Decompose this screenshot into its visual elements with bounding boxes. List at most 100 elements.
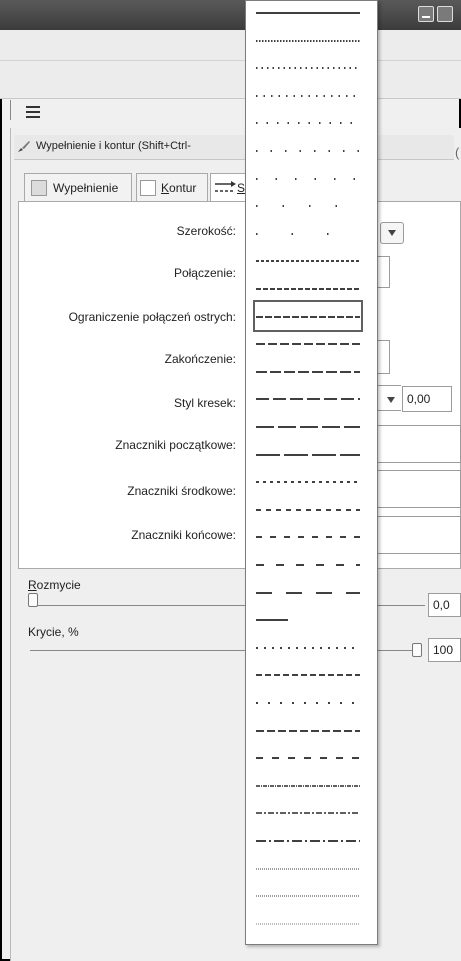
dash-pattern-option[interactable] bbox=[256, 109, 360, 135]
tab-fill-label: Wypełnienie bbox=[53, 181, 119, 195]
title-bar bbox=[0, 0, 461, 30]
dash-pattern-option[interactable] bbox=[256, 855, 360, 881]
dash-pattern-option[interactable] bbox=[256, 192, 360, 218]
dash-pattern-preview bbox=[256, 315, 360, 318]
join-label: Połączenie: bbox=[173, 266, 236, 280]
dash-pattern-preview bbox=[256, 812, 360, 814]
dash-pattern-preview bbox=[256, 674, 360, 677]
maximize-button[interactable] bbox=[437, 6, 453, 22]
tab-fill[interactable]: Wypełnienie bbox=[24, 173, 132, 201]
blur-label: Rozmycie bbox=[28, 578, 81, 592]
dash-pattern-option[interactable] bbox=[256, 468, 360, 494]
dash-pattern-option[interactable] bbox=[256, 799, 360, 825]
dash-pattern-preview bbox=[256, 39, 360, 42]
dash-pattern-option[interactable] bbox=[256, 882, 360, 908]
dash-pattern-option[interactable] bbox=[256, 54, 360, 80]
dash-pattern-option[interactable] bbox=[256, 634, 360, 660]
dash-pattern-preview bbox=[256, 233, 360, 235]
dash-pattern-option[interactable] bbox=[256, 551, 360, 577]
tab-stroke-paint-label: Kontur bbox=[161, 181, 197, 195]
dash-pattern-option[interactable] bbox=[253, 299, 363, 332]
dash-pattern-option[interactable] bbox=[256, 247, 360, 273]
dock-title-bar[interactable]: Wypełnienie i kontur (Shift+Ctrl- bbox=[14, 135, 454, 160]
tool-controls-bar bbox=[0, 61, 461, 99]
dash-pattern-preview bbox=[256, 702, 360, 704]
dashes-label: Styl kresek: bbox=[173, 396, 236, 410]
minimize-button[interactable] bbox=[418, 6, 434, 22]
dash-pattern-option[interactable] bbox=[256, 772, 360, 798]
dash-pattern-option[interactable] bbox=[256, 27, 360, 53]
opacity-label: Krycie, % bbox=[28, 625, 79, 639]
dash-pattern-preview bbox=[256, 260, 360, 263]
dash-pattern-preview bbox=[256, 371, 360, 373]
dash-pattern-preview bbox=[256, 343, 360, 345]
tab-stroke-paint[interactable]: Kontur bbox=[136, 173, 208, 201]
dash-pattern-option[interactable] bbox=[256, 165, 360, 191]
dash-pattern-preview bbox=[256, 840, 360, 842]
mid-markers-combo[interactable] bbox=[376, 470, 461, 508]
opacity-value-input[interactable]: 100 bbox=[428, 638, 461, 662]
dash-pattern-menu[interactable] bbox=[245, 0, 378, 945]
blur-value: 0,0 bbox=[433, 598, 450, 612]
dash-pattern-option[interactable] bbox=[256, 0, 360, 25]
blur-slider-handle[interactable] bbox=[28, 593, 38, 607]
stroke-style-icon bbox=[215, 181, 236, 192]
dash-pattern-option[interactable] bbox=[256, 661, 360, 687]
dock-title: Wypełnienie i kontur (Shift+Ctrl- bbox=[36, 140, 191, 152]
width-unit-dropdown[interactable] bbox=[380, 222, 404, 244]
dash-pattern-option[interactable] bbox=[256, 385, 360, 411]
width-label: Szerokość: bbox=[176, 224, 236, 238]
dash-pattern-preview bbox=[256, 895, 360, 897]
dash-offset-input[interactable]: 0,00 bbox=[402, 386, 452, 412]
dash-pattern-preview bbox=[256, 868, 360, 869]
dash-pattern-option[interactable] bbox=[256, 910, 360, 936]
dash-pattern-preview bbox=[256, 785, 360, 787]
dash-pattern-preview bbox=[256, 619, 360, 621]
chevron-down-icon[interactable] bbox=[382, 389, 400, 411]
end-markers-combo[interactable] bbox=[376, 516, 461, 554]
dock-options-icon[interactable]: ( bbox=[455, 145, 459, 160]
dash-pattern-option[interactable] bbox=[256, 358, 360, 384]
toolbar-separator bbox=[10, 100, 11, 120]
dash-pattern-preview bbox=[256, 757, 360, 759]
dash-pattern-option[interactable] bbox=[256, 827, 360, 853]
paintbrush-icon bbox=[18, 141, 30, 152]
grid-icon[interactable] bbox=[26, 106, 40, 118]
dash-pattern-preview bbox=[256, 923, 360, 925]
cap-buttons[interactable] bbox=[376, 340, 390, 374]
blur-value-input[interactable]: 0,0 bbox=[428, 593, 461, 617]
dash-pattern-option[interactable] bbox=[256, 275, 360, 301]
stroke-swatch-icon bbox=[140, 180, 156, 196]
end-markers-label: Znaczniki końcowe: bbox=[131, 528, 236, 542]
dash-pattern-option[interactable] bbox=[256, 441, 360, 467]
dash-pattern-option[interactable] bbox=[256, 330, 360, 356]
join-buttons[interactable] bbox=[376, 256, 390, 288]
dash-pattern-preview bbox=[256, 205, 360, 207]
dash-pattern-preview bbox=[256, 564, 360, 566]
dash-pattern-option[interactable] bbox=[256, 137, 360, 163]
dash-pattern-preview bbox=[256, 453, 360, 456]
dash-pattern-option[interactable] bbox=[256, 220, 360, 246]
dash-pattern-preview bbox=[256, 509, 360, 511]
dash-pattern-option[interactable] bbox=[256, 717, 360, 743]
dash-pattern-option[interactable] bbox=[256, 82, 360, 108]
dash-pattern-option[interactable] bbox=[256, 689, 360, 715]
dash-pattern-preview bbox=[256, 288, 360, 290]
dash-pattern-option[interactable] bbox=[256, 579, 360, 605]
dash-pattern-option[interactable] bbox=[256, 523, 360, 549]
dash-pattern-preview bbox=[256, 729, 360, 732]
opacity-value: 100 bbox=[433, 643, 454, 657]
start-markers-combo[interactable] bbox=[376, 425, 461, 463]
minimize-icon bbox=[422, 16, 430, 18]
dash-pattern-option[interactable] bbox=[256, 606, 360, 632]
opacity-slider-handle[interactable] bbox=[412, 643, 422, 657]
dash-pattern-option[interactable] bbox=[256, 496, 360, 522]
dash-pattern-option[interactable] bbox=[256, 413, 360, 439]
dash-pattern-preview bbox=[256, 426, 360, 428]
dash-pattern-preview bbox=[256, 12, 360, 14]
start-markers-label: Znaczniki początkowe: bbox=[115, 438, 236, 452]
dash-pattern-option[interactable] bbox=[256, 744, 360, 770]
menu-bar bbox=[0, 30, 461, 61]
dash-pattern-preview bbox=[256, 67, 360, 69]
dash-pattern-preview bbox=[256, 150, 360, 152]
